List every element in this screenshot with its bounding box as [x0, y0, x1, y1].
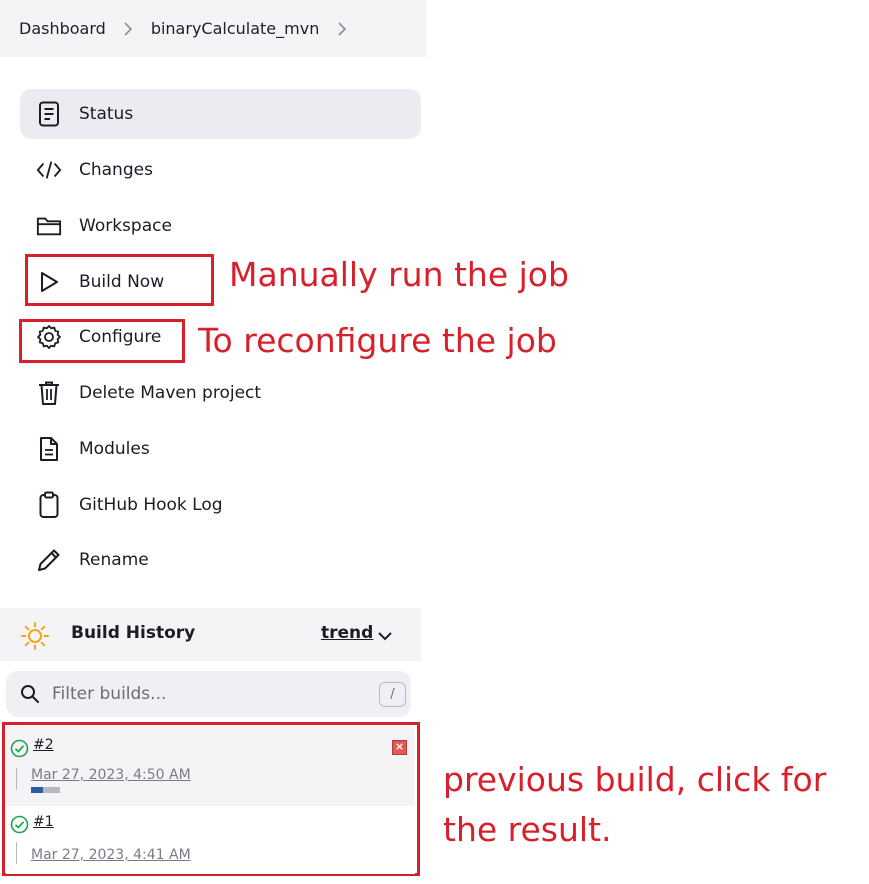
- sidebar-item-label: Rename: [79, 550, 149, 570]
- build-timeline-line: [16, 768, 17, 790]
- trash-icon: [36, 380, 62, 406]
- sidebar-item-label: Workspace: [79, 216, 172, 236]
- annotation-builds: previous build, click for the result.: [443, 760, 827, 849]
- sidebar-item-rename[interactable]: Rename: [20, 535, 421, 585]
- sidebar-item-label: Changes: [79, 160, 153, 180]
- breadcrumb-dashboard[interactable]: Dashboard: [19, 19, 106, 38]
- sun-icon: [20, 621, 50, 651]
- sidebar-item-changes[interactable]: Changes: [20, 145, 421, 195]
- sidebar-item-label: Modules: [79, 439, 150, 459]
- build-progress-fill: [31, 787, 43, 793]
- sidebar-item-status[interactable]: Status: [20, 89, 421, 139]
- annotation-box-build-now: [25, 254, 214, 306]
- sidebar-item-label: GitHub Hook Log: [79, 495, 223, 515]
- sidebar-item-modules[interactable]: Modules: [20, 424, 421, 474]
- sidebar-item-workspace[interactable]: Workspace: [20, 201, 421, 251]
- breadcrumb-job[interactable]: binaryCalculate_mvn: [151, 19, 320, 38]
- annotation-build-now: Manually run the job: [229, 255, 569, 294]
- build-date-link[interactable]: Mar 27, 2023, 4:41 AM: [31, 847, 191, 863]
- search-icon: [20, 684, 40, 704]
- status-icon: [36, 101, 62, 127]
- build-history-header: Build History trend: [0, 608, 421, 661]
- sidebar-item-label: Status: [79, 104, 134, 124]
- success-check-icon: [10, 739, 29, 758]
- sidebar-item-delete-project[interactable]: Delete Maven project: [20, 368, 421, 418]
- sidebar-item-github-hook-log[interactable]: GitHub Hook Log: [20, 480, 421, 530]
- code-icon: [36, 157, 62, 183]
- chevron-right-icon: [106, 21, 151, 36]
- stop-build-icon[interactable]: ×: [392, 740, 407, 755]
- annotation-configure: To reconfigure the job: [198, 321, 557, 360]
- build-number-link[interactable]: #2: [33, 737, 54, 753]
- build-timeline-line: [16, 842, 17, 864]
- build-progress-bar: [31, 787, 60, 793]
- folder-icon: [36, 213, 62, 239]
- build-number-link[interactable]: #1: [33, 814, 54, 830]
- chevron-right-icon[interactable]: [319, 21, 364, 36]
- document-icon: [36, 436, 62, 462]
- chevron-down-icon[interactable]: [376, 627, 394, 645]
- success-check-icon: [10, 815, 29, 834]
- annotation-box-configure: [19, 319, 185, 363]
- build-date-link[interactable]: Mar 27, 2023, 4:50 AM: [31, 767, 191, 783]
- pencil-icon: [36, 547, 62, 573]
- clipboard-icon: [36, 491, 62, 518]
- sidebar-item-label: Delete Maven project: [79, 383, 262, 403]
- breadcrumb: Dashboard binaryCalculate_mvn: [0, 0, 426, 57]
- build-row-1[interactable]: #1 Mar 27, 2023, 4:41 AM: [6, 806, 415, 874]
- trend-link[interactable]: trend: [321, 623, 373, 643]
- filter-builds-input[interactable]: [52, 681, 352, 707]
- filter-builds: /: [6, 671, 411, 717]
- build-history-title: Build History: [71, 623, 196, 643]
- shortcut-key-hint: /: [379, 682, 406, 707]
- build-row-2[interactable]: #2 Mar 27, 2023, 4:50 AM ×: [6, 726, 415, 806]
